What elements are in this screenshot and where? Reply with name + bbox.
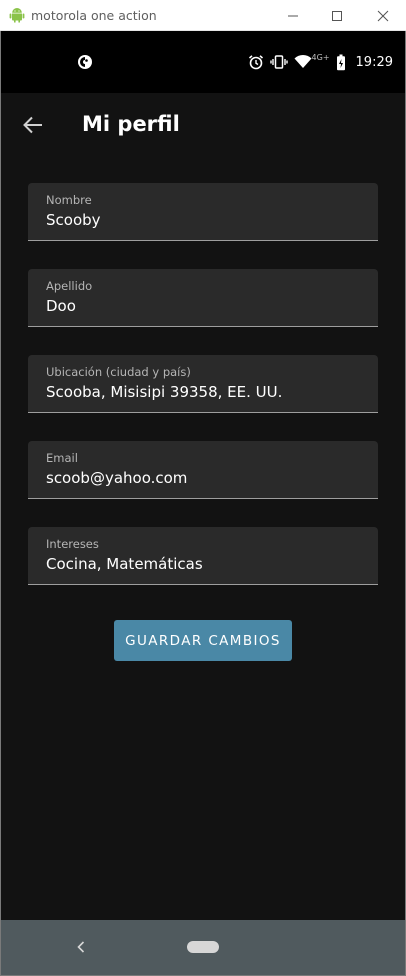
- status-icons: 4G+ 19:29: [248, 52, 393, 72]
- nombre-field[interactable]: Nombre Scooby: [28, 183, 378, 241]
- arrow-left-icon: [23, 116, 42, 134]
- minimize-button[interactable]: [270, 0, 316, 31]
- nombre-label: Nombre: [46, 193, 92, 207]
- battery-icon: [336, 54, 345, 70]
- window-titlebar: motorola one action: [0, 0, 406, 31]
- maximize-icon: [332, 10, 342, 21]
- wifi-icon: [294, 54, 312, 68]
- navigation-bar: [1, 920, 405, 975]
- apellido-field[interactable]: Apellido Doo: [28, 269, 378, 327]
- ubicacion-input[interactable]: Scooba, Misisipi 39358, EE. UU.: [46, 383, 366, 401]
- email-label: Email: [46, 451, 78, 465]
- minimize-icon: [288, 15, 298, 16]
- phone-screen: 4G+ 19:29 Mi perfil Nombre Scooby Apelli…: [1, 31, 405, 975]
- chevron-left-icon: [77, 941, 85, 953]
- maximize-button[interactable]: [314, 0, 360, 31]
- nav-back-button[interactable]: [73, 936, 89, 958]
- nombre-input[interactable]: Scooby: [46, 211, 366, 229]
- home-pill-button[interactable]: [187, 941, 219, 953]
- window-border-left: [0, 31, 1, 976]
- page-title: Mi perfil: [82, 112, 180, 136]
- vibrate-icon: [269, 55, 288, 69]
- ubicacion-label: Ubicación (ciudad y país): [46, 365, 191, 379]
- intereses-label: Intereses: [46, 537, 99, 551]
- app-notification-icon: [78, 55, 92, 69]
- alarm-icon: [248, 55, 263, 70]
- intereses-input[interactable]: Cocina, Matemáticas: [46, 555, 366, 573]
- status-bar: 4G+ 19:29: [1, 31, 405, 93]
- status-time: 19:29: [355, 54, 393, 70]
- email-field[interactable]: Email scoob@yahoo.com: [28, 441, 378, 499]
- apellido-label: Apellido: [46, 279, 93, 293]
- android-icon: [9, 8, 25, 23]
- email-input[interactable]: scoob@yahoo.com: [46, 469, 366, 487]
- app-bar: Mi perfil: [1, 93, 405, 157]
- save-changes-button[interactable]: GUARDAR CAMBIOS: [114, 620, 292, 661]
- intereses-field[interactable]: Intereses Cocina, Matemáticas: [28, 527, 378, 585]
- network-type-label: 4G+: [311, 52, 330, 62]
- apellido-input[interactable]: Doo: [46, 297, 366, 315]
- close-button[interactable]: [360, 0, 406, 31]
- close-icon: [377, 10, 389, 21]
- ubicacion-field[interactable]: Ubicación (ciudad y país) Scooba, Misisi…: [28, 355, 378, 413]
- window-title: motorola one action: [31, 8, 157, 23]
- back-button[interactable]: [19, 111, 47, 139]
